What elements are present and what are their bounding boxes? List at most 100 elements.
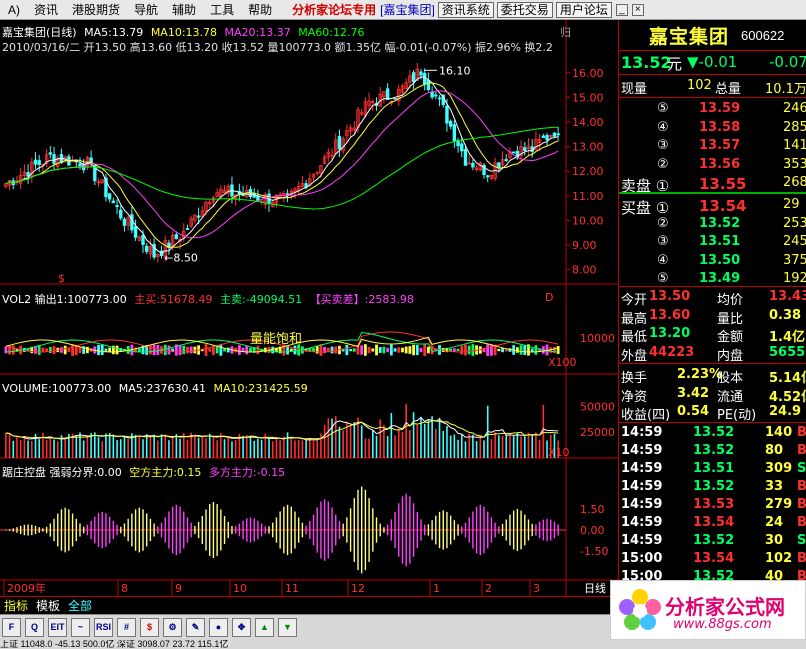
candle-body bbox=[437, 97, 442, 100]
sell-volume: 268 bbox=[783, 175, 806, 190]
tab-indicator[interactable]: 指标 bbox=[0, 597, 32, 614]
tick-row: 14:59 13.52 140 B bbox=[619, 424, 806, 443]
candle-body bbox=[497, 162, 501, 168]
menu-item-a[interactable]: A) bbox=[0, 3, 26, 17]
corner-mark: 归 bbox=[560, 26, 571, 39]
tab-all[interactable]: 全部 bbox=[64, 597, 96, 614]
sell-level-label: ④ bbox=[657, 119, 669, 135]
menu-item-assist[interactable]: 辅助 bbox=[164, 1, 202, 18]
candle-body bbox=[504, 159, 508, 161]
main-title: 嘉宝集团(日线) bbox=[2, 26, 77, 39]
volume-ma5: MA5:237630.41 bbox=[118, 382, 206, 395]
dollar-icon[interactable]: $ bbox=[140, 618, 159, 637]
tab-template[interactable]: 模板 bbox=[32, 597, 64, 614]
stock-code: 600622 bbox=[741, 27, 785, 43]
eit-icon[interactable]: EIT bbox=[48, 618, 67, 637]
buy-volume: 192 bbox=[783, 271, 806, 286]
xaxis-label: 3 bbox=[533, 582, 540, 595]
vol2-bar bbox=[256, 345, 260, 355]
tick-price: 13.51 bbox=[693, 461, 735, 476]
vol2-bar bbox=[137, 348, 141, 352]
sell-price: 13.59 bbox=[699, 101, 741, 116]
sell-price: 13.58 bbox=[699, 119, 741, 135]
menu-item-help[interactable]: 帮助 bbox=[240, 1, 278, 18]
price-tick-label: 11.00 bbox=[572, 190, 604, 203]
vol2-bar bbox=[464, 344, 467, 356]
menu-bar: A) 资讯 港股期货 导航 辅助 工具 帮助 分析家论坛专用 [嘉宝集团] 资讯… bbox=[0, 0, 806, 20]
vol2-bar bbox=[364, 344, 367, 356]
candle-body bbox=[423, 72, 427, 85]
arrow-up-icon[interactable]: ▲ bbox=[255, 618, 274, 637]
info-system-button[interactable]: 资讯系统 bbox=[437, 1, 494, 18]
move-icon[interactable]: ✥ bbox=[232, 618, 251, 637]
buy-level-row: ③ 13.51 245 bbox=[619, 233, 806, 252]
buy-price: 13.49 bbox=[699, 271, 741, 286]
sell-volume: 246 bbox=[783, 101, 806, 116]
xaxis-label: 11 bbox=[285, 582, 299, 595]
vol2-bar bbox=[226, 347, 230, 353]
vol2-bar bbox=[86, 346, 89, 354]
tick-row: 14:59 13.51 309 S bbox=[619, 460, 806, 479]
rsi-icon[interactable]: RSI bbox=[94, 618, 113, 637]
logo-url: www.88gs.com bbox=[673, 617, 772, 632]
price-tick-label: 8.00 bbox=[572, 264, 597, 277]
sell-level-row: ⑤ 13.59 246 bbox=[619, 100, 806, 119]
palette-icon[interactable]: ● bbox=[209, 618, 228, 637]
price-tick-label: 12.00 bbox=[572, 165, 604, 178]
trade-button[interactable]: 委托交易 bbox=[496, 1, 553, 18]
menu-item-info[interactable]: 资讯 bbox=[26, 1, 64, 18]
tick-row: 14:59 13.52 80 B bbox=[619, 442, 806, 461]
tick-side: B bbox=[797, 443, 806, 458]
stock-tag[interactable]: [嘉宝集团] bbox=[380, 1, 435, 18]
candle-body bbox=[119, 209, 123, 219]
menu-item-tools[interactable]: 工具 bbox=[202, 1, 240, 18]
vol2-bar bbox=[515, 347, 519, 353]
tick-volume: 279 bbox=[765, 497, 793, 512]
buy-level-row: ④ 13.50 375 bbox=[619, 252, 806, 271]
sell-price: 13.55 bbox=[699, 175, 747, 193]
candle-body bbox=[419, 71, 423, 76]
price-tick-label: 9.00 bbox=[572, 239, 597, 252]
vol2-bar bbox=[382, 346, 386, 354]
tick-volume: 80 bbox=[765, 443, 784, 458]
vol2-bar bbox=[45, 348, 49, 352]
vol2-bar bbox=[412, 344, 415, 356]
tick-time: 14:59 bbox=[621, 479, 663, 494]
vol2-bar bbox=[490, 344, 493, 356]
vol2-bar bbox=[404, 346, 408, 354]
tick-volume: 30 bbox=[765, 533, 784, 548]
stat-label-2: 金额 bbox=[717, 330, 744, 345]
tick-price: 13.54 bbox=[693, 515, 735, 530]
tick-price: 13.54 bbox=[693, 551, 735, 566]
vol2-bar bbox=[486, 344, 490, 356]
minimize-icon[interactable]: _ bbox=[615, 3, 628, 16]
xianliang-value: 102 bbox=[687, 78, 712, 93]
stat2-value-2: 4.52亿 bbox=[769, 389, 806, 405]
forum-button[interactable]: 用户论坛 bbox=[555, 1, 612, 18]
tool-icon[interactable]: ⚙ bbox=[163, 618, 182, 637]
kline-chart[interactable]: 16.0015.0014.0013.0012.0011.0010.009.008… bbox=[0, 20, 618, 596]
candle-body bbox=[426, 79, 431, 91]
vol2-bar bbox=[397, 347, 401, 353]
price-tick-label: 15.00 bbox=[572, 91, 604, 104]
ma5-label: MA5:13.79 bbox=[84, 26, 144, 39]
arrow-down-icon[interactable]: ▼ bbox=[278, 618, 297, 637]
grid-icon[interactable]: # bbox=[117, 618, 136, 637]
menu-item-nav[interactable]: 导航 bbox=[126, 1, 164, 18]
menu-item-futures[interactable]: 港股期货 bbox=[64, 1, 126, 18]
chart-icon[interactable]: ~ bbox=[71, 618, 90, 637]
chart-area[interactable]: 16.00 15.00 14.00 13.00 12.00 11.00 10.00 9.00 8… bbox=[0, 20, 618, 596]
tick-volume: 102 bbox=[765, 551, 793, 566]
zoom-icon[interactable]: Q bbox=[25, 618, 44, 637]
stat2-value-2: 24.9 bbox=[769, 404, 802, 419]
candle-body bbox=[556, 133, 560, 136]
vol2-bar bbox=[315, 346, 319, 354]
candle-body bbox=[185, 228, 190, 230]
vol2-bar bbox=[63, 345, 67, 355]
candle-body bbox=[122, 218, 127, 226]
f10-icon[interactable]: F bbox=[2, 618, 21, 637]
vol2-bar bbox=[52, 346, 56, 354]
tick-price: 13.52 bbox=[693, 533, 735, 548]
close-icon[interactable]: × bbox=[631, 3, 644, 16]
pencil-icon[interactable]: ✎ bbox=[186, 618, 205, 637]
